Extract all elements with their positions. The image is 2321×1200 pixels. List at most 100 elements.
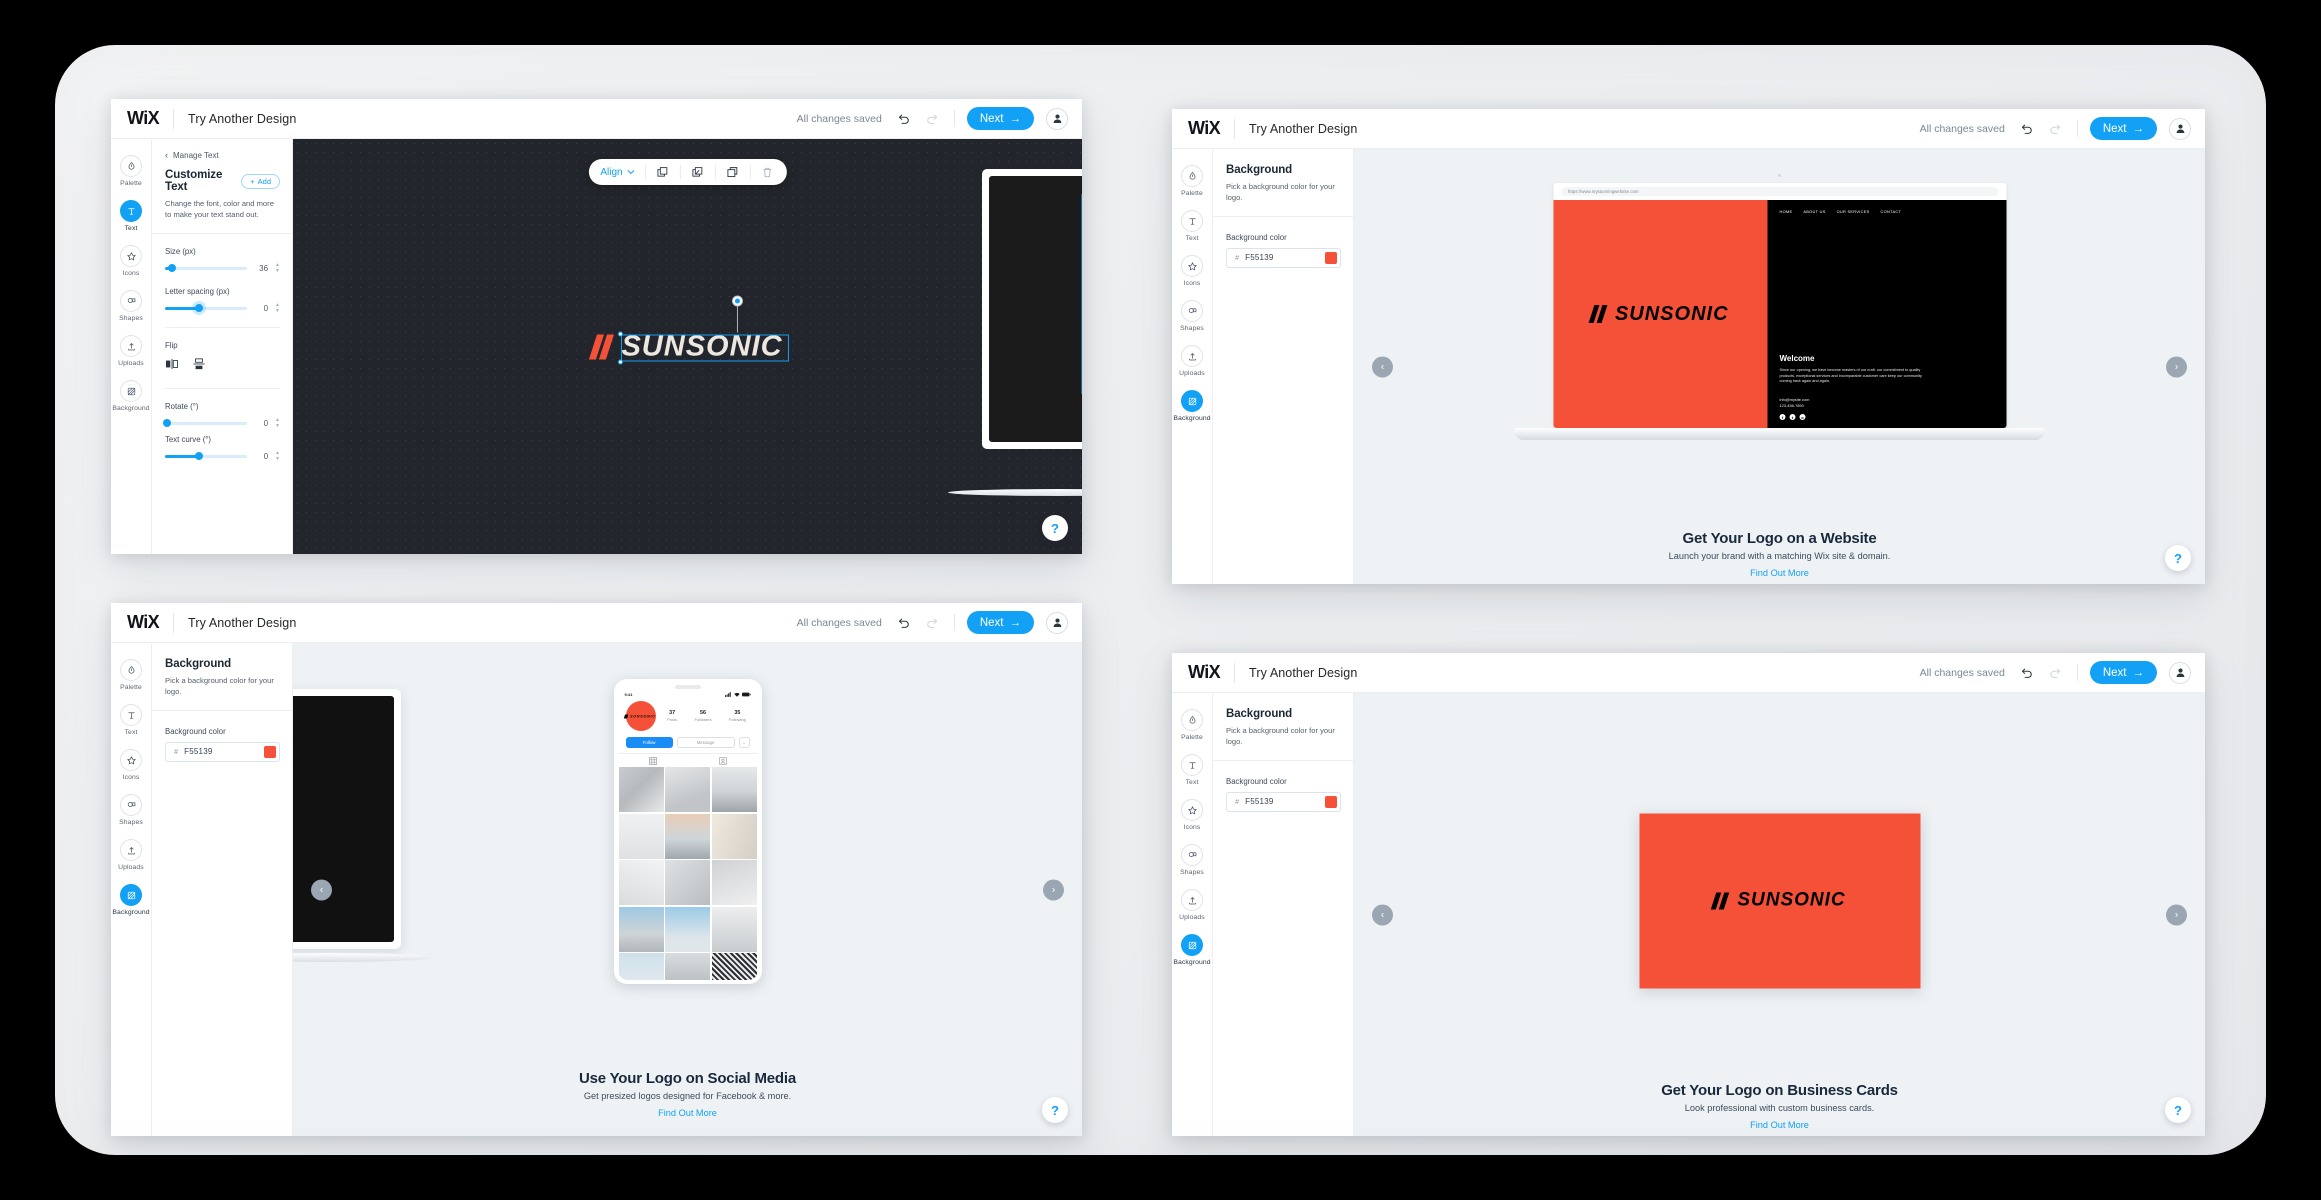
logo-canvas[interactable]: Align SUNSONIC ? xyxy=(293,139,1082,554)
help-button[interactable]: ? xyxy=(1042,515,1068,541)
layers-icon[interactable] xyxy=(691,165,705,179)
grid-photo[interactable] xyxy=(618,813,664,859)
sidebar-item-shapes[interactable]: Shapes xyxy=(1172,300,1212,332)
help-button[interactable]: ? xyxy=(2165,1097,2191,1123)
promo-link[interactable]: Find Out More xyxy=(293,1108,1082,1118)
sidebar-item-shapes[interactable]: Shapes xyxy=(111,290,151,322)
grid-photo[interactable] xyxy=(711,767,757,812)
grid-photo[interactable] xyxy=(711,953,757,980)
sidebar-item-icons[interactable]: Icons xyxy=(111,749,151,781)
sidebar-item-icons[interactable]: Icons xyxy=(111,245,151,277)
grid-photo[interactable] xyxy=(711,813,757,859)
undo-icon[interactable] xyxy=(2017,664,2035,682)
flip-vertical-icon[interactable] xyxy=(192,357,206,375)
grid-photo[interactable] xyxy=(711,906,757,952)
sidebar-item-text[interactable]: Text xyxy=(1172,210,1212,242)
nav-item[interactable]: ABOUT US xyxy=(1803,209,1825,214)
logo-artwork-group[interactable]: SUNSONIC xyxy=(588,296,789,364)
user-avatar-icon[interactable] xyxy=(1046,611,1068,634)
sidebar-item-uploads[interactable]: Uploads xyxy=(1172,889,1212,921)
sidebar-item-shapes[interactable]: Shapes xyxy=(1172,844,1212,876)
trash-icon[interactable] xyxy=(761,165,775,179)
social-mockup-canvas[interactable]: 9:41 SUNSONIC 37 Posts 56 Followers 35 F… xyxy=(293,643,1082,1136)
window-logo-on-website[interactable]: WiX Try Another Design All changes saved… xyxy=(1172,109,2205,584)
user-avatar-icon[interactable] xyxy=(2169,661,2191,684)
business-card-canvas[interactable]: SUNSONIC ‹ › Get Your Logo on Business C… xyxy=(1354,693,2205,1136)
user-avatar-icon[interactable] xyxy=(2169,117,2191,140)
twitter-icon[interactable]: t xyxy=(1789,414,1796,420)
sidebar-item-text[interactable]: Text xyxy=(111,704,151,736)
letter-spacing-stepper[interactable]: ▲ ▼ xyxy=(275,302,280,314)
sidebar-item-background[interactable]: Background xyxy=(1172,390,1212,422)
color-swatch[interactable] xyxy=(1325,251,1337,264)
nav-item[interactable]: HOME xyxy=(1780,209,1793,214)
grid-photo[interactable] xyxy=(665,860,710,905)
nav-item[interactable]: CONTACT xyxy=(1881,209,1902,214)
sidebar-item-icons[interactable]: Icons xyxy=(1172,255,1212,287)
window-customize-text[interactable]: WiX Try Another Design All changes saved… xyxy=(111,99,1082,554)
facebook-icon[interactable]: f xyxy=(1779,414,1786,420)
sidebar-item-uploads[interactable]: Uploads xyxy=(1172,345,1212,377)
window-logo-on-social[interactable]: WiX Try Another Design All changes saved… xyxy=(111,603,1082,1136)
sidebar-item-background[interactable]: Background xyxy=(1172,934,1212,966)
sidebar-item-uploads[interactable]: Uploads xyxy=(111,839,151,871)
background-color-input[interactable]: # F55139 xyxy=(1226,247,1341,268)
align-toolbar[interactable]: Align xyxy=(588,159,787,185)
window-logo-on-business-cards[interactable]: WiX Try Another Design All changes saved… xyxy=(1172,653,2205,1136)
prev-design-arrow[interactable]: ‹ xyxy=(1372,356,1393,377)
color-swatch[interactable] xyxy=(1325,795,1337,808)
sidebar-item-palette[interactable]: Palette xyxy=(1172,165,1212,197)
grid-photo[interactable] xyxy=(665,953,710,980)
next-button[interactable]: Next → xyxy=(966,107,1034,130)
grid-photo[interactable] xyxy=(618,767,664,812)
nav-item[interactable]: OUR SERVICES xyxy=(1837,209,1870,214)
selection-handle[interactable] xyxy=(617,331,623,336)
sidebar-item-shapes[interactable]: Shapes xyxy=(111,794,151,826)
next-button[interactable]: Next → xyxy=(2089,661,2157,684)
prev-design-arrow[interactable]: ‹ xyxy=(1372,904,1393,925)
promo-link[interactable]: Find Out More xyxy=(1354,568,2205,578)
rotate-handle[interactable] xyxy=(732,296,742,305)
grid-photo[interactable] xyxy=(665,906,710,952)
sidebar-item-background[interactable]: Background xyxy=(111,380,151,412)
next-design-arrow[interactable]: › xyxy=(1043,879,1064,900)
help-button[interactable]: ? xyxy=(1042,1097,1068,1123)
sidebar-item-uploads[interactable]: Uploads xyxy=(111,335,151,367)
undo-icon[interactable] xyxy=(2017,120,2035,138)
size-slider[interactable] xyxy=(165,264,248,273)
grid-photo[interactable] xyxy=(665,813,710,859)
text-curve-slider[interactable] xyxy=(165,452,248,461)
grid-photo[interactable] xyxy=(665,767,710,812)
undo-icon[interactable] xyxy=(894,110,912,128)
back-to-manage-text[interactable]: ‹ Manage Text xyxy=(165,151,280,161)
rotate-stepper[interactable]: ▲ ▼ xyxy=(275,417,280,429)
rotate-slider[interactable] xyxy=(162,419,248,428)
add-text-button[interactable]: + Add xyxy=(241,173,280,189)
grid-photo[interactable] xyxy=(711,860,757,905)
selection-handle[interactable] xyxy=(617,359,623,364)
flip-horizontal-icon[interactable] xyxy=(165,357,179,375)
help-button[interactable]: ? xyxy=(2165,545,2191,571)
align-button[interactable]: Align xyxy=(600,167,635,178)
size-stepper[interactable]: ▲ ▼ xyxy=(275,262,280,274)
next-design-arrow[interactable]: › xyxy=(2166,356,2187,377)
grid-photo[interactable] xyxy=(618,860,664,905)
user-avatar-icon[interactable] xyxy=(1046,107,1068,130)
promo-link[interactable]: Find Out More xyxy=(1354,1120,2205,1130)
instagram-icon[interactable]: o xyxy=(1799,414,1806,420)
letter-spacing-slider[interactable] xyxy=(165,304,248,313)
canvas-scrollbar[interactable] xyxy=(1081,194,1082,394)
copy-icon[interactable] xyxy=(726,165,740,179)
website-mockup-canvas[interactable]: https://www.mystunningwebsite.com SUNSON… xyxy=(1354,149,2205,584)
next-design-arrow[interactable]: › xyxy=(2166,904,2187,925)
background-color-input[interactable]: # F55139 xyxy=(1226,791,1341,812)
grid-photo[interactable] xyxy=(618,953,664,980)
duplicate-icon[interactable] xyxy=(656,165,670,179)
sidebar-item-text[interactable]: Text xyxy=(1172,754,1212,786)
next-button[interactable]: Next → xyxy=(966,611,1034,634)
prev-design-arrow[interactable]: ‹ xyxy=(311,879,332,900)
sidebar-item-background[interactable]: Background xyxy=(111,884,151,916)
sidebar-item-icons[interactable]: Icons xyxy=(1172,799,1212,831)
grid-photo[interactable] xyxy=(618,906,664,952)
color-swatch[interactable] xyxy=(264,745,276,758)
